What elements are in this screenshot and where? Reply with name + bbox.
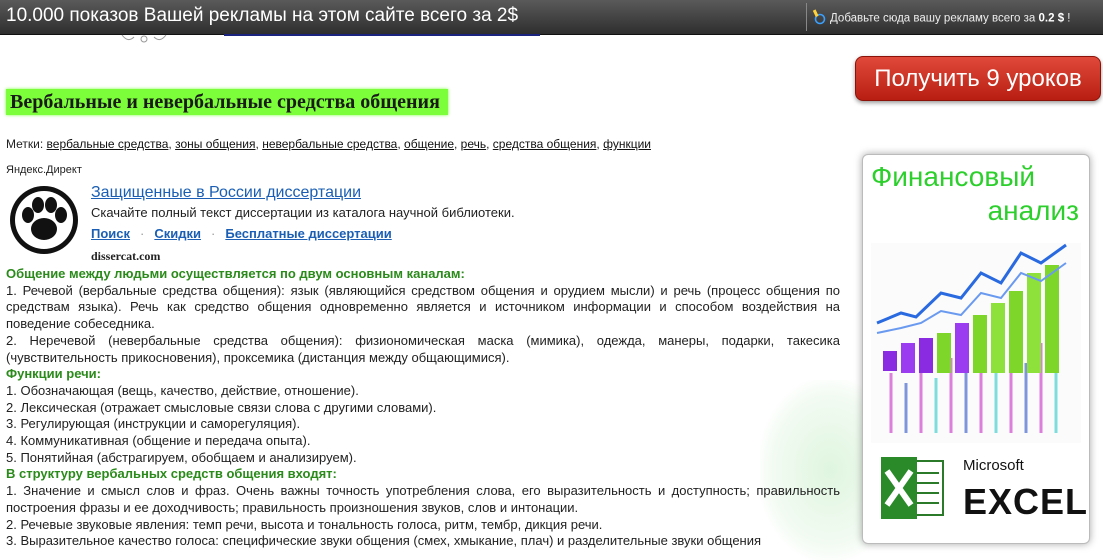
sitelink-separator: ·	[140, 226, 145, 241]
megaphone-icon	[812, 9, 826, 28]
paragraph: 2. Речевые звуковые явления: темп речи, …	[6, 516, 603, 532]
header-underline	[224, 34, 540, 36]
list-item: 1. Обозначающая (вещь, качество, действи…	[6, 382, 359, 398]
site-logo-remnant	[118, 33, 170, 45]
excel-ad-banner[interactable]: Финансовый анализ Microsoft EXCEL	[862, 154, 1090, 544]
tag-link[interactable]: речь	[461, 137, 486, 151]
banner-brand-small: Microsoft	[963, 457, 1024, 474]
banner-title-line2: анализ	[987, 195, 1079, 226]
tag-link[interactable]: средства общения	[493, 137, 597, 151]
top-bar-divider	[806, 3, 807, 31]
paragraph: 2. Неречевой (невербальные средства обще…	[6, 332, 840, 365]
ad-description: Скачайте полный текст диссертации из кат…	[91, 205, 515, 220]
tag-link[interactable]: функции	[603, 137, 651, 151]
top-ad-bar: 10.000 показов Вашей рекламы на этом сай…	[0, 0, 1103, 35]
section-heading: Общение между людьми осуществляется по д…	[6, 266, 465, 281]
tag-link[interactable]: общение	[404, 137, 454, 151]
ad-domain[interactable]: dissercat.com	[91, 249, 160, 264]
add-ad-text: Добавьте сюда вашу рекламу всего за	[830, 12, 1036, 25]
yandex-direct-label[interactable]: Яндекс.Директ	[6, 164, 82, 176]
tag-list: Метки: вербальные средства, зоны общения…	[6, 137, 651, 151]
ad-sitelinks: Поиск · Скидки · Бесплатные диссертации	[91, 226, 392, 241]
sitelink-separator: ·	[211, 226, 216, 241]
ad-sitelink-discounts[interactable]: Скидки	[154, 226, 201, 241]
paw-logo-icon[interactable]	[8, 185, 80, 255]
ad-sitelink-search[interactable]: Поиск	[91, 226, 130, 241]
list-item: 2. Лексическая (отражает смысловые связи…	[6, 399, 437, 415]
banner-title-line1: Финансовый	[871, 161, 1035, 192]
list-item: 5. Понятийная (абстрагируем, обобщаем и …	[6, 449, 357, 465]
ad-sitelink-free[interactable]: Бесплатные диссертации	[225, 226, 391, 241]
section-heading: В структуру вербальных средств общения в…	[6, 466, 337, 482]
add-ad-link[interactable]: Добавьте сюда вашу рекламу всего за 0.2 …	[812, 9, 1071, 28]
section-heading: Функции речи:	[6, 366, 101, 382]
tag-link[interactable]: зоны общения	[175, 137, 255, 151]
paragraph: 1. Значение и смысл слов и фраз. Очень в…	[6, 483, 840, 515]
tags-label: Метки:	[6, 137, 44, 151]
ad-title-link[interactable]: Защищенные в России диссертации	[91, 184, 361, 202]
paragraph: 1. Речевой (вербальные средства общения)…	[6, 282, 840, 332]
tag-link[interactable]: невербальные средства	[262, 137, 397, 151]
article-body: Общение между людьми осуществляется по д…	[6, 266, 840, 550]
banner-chart-graphic	[871, 243, 1081, 443]
top-promo-link[interactable]: 10.000 показов Вашей рекламы на этом сай…	[6, 5, 518, 27]
tag-link[interactable]: вербальные средства	[47, 137, 169, 151]
excel-logo-icon	[879, 455, 945, 521]
list-item: 3. Регулирующая (инструкции и саморегуля…	[6, 416, 301, 432]
get-lessons-button[interactable]: Получить 9 уроков	[855, 56, 1101, 101]
page-title: Вербальные и невербальные средства общен…	[6, 89, 448, 115]
add-ad-suffix: !	[1067, 12, 1071, 25]
list-item: 4. Коммуникативная (общение и передача о…	[6, 433, 311, 449]
banner-brand-big: EXCEL	[963, 481, 1089, 522]
paragraph: 3. Выразительное качество голоса: специф…	[6, 533, 762, 549]
add-ad-price: 0.2 $	[1038, 12, 1065, 25]
